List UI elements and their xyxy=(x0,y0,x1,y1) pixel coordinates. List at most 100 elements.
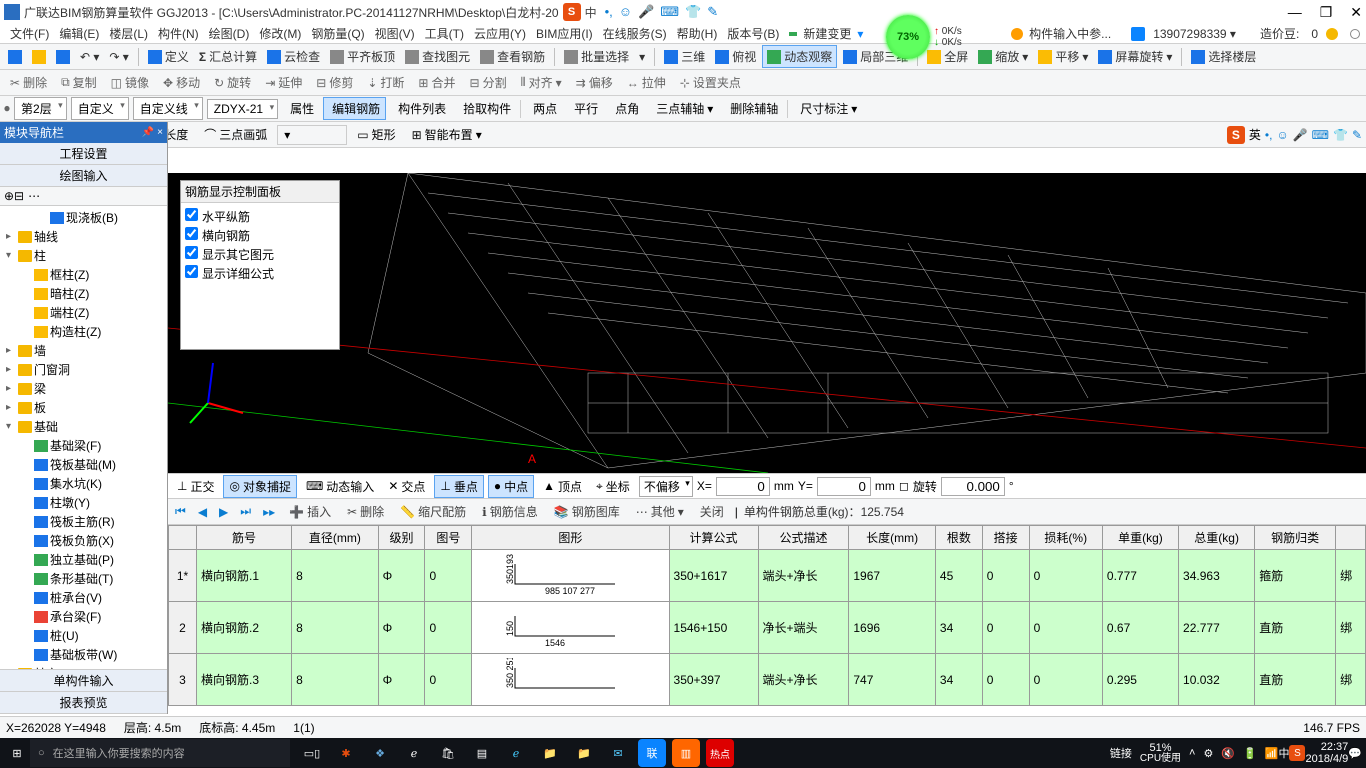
taskbar-app[interactable]: ✱ xyxy=(332,739,360,767)
offset-button[interactable]: ⇉ 偏移 xyxy=(570,72,619,93)
table-cell[interactable]: 0 xyxy=(1029,550,1102,602)
table-cell[interactable]: 净长+端头 xyxy=(758,602,849,654)
tab-project-settings[interactable]: 工程设置 xyxy=(0,143,167,165)
table-cell[interactable]: 0 xyxy=(425,654,472,706)
toggles-icon[interactable]: ⋯ xyxy=(28,189,40,203)
taskbar-app[interactable]: ✉ xyxy=(604,739,632,767)
twopoint-button[interactable]: 两点 xyxy=(525,98,562,119)
tree-leaf[interactable]: 独立基础(P) xyxy=(2,550,165,569)
trim-button[interactable]: ⊟ 修剪 xyxy=(310,72,359,93)
tree-leaf[interactable]: 桩(U) xyxy=(2,626,165,645)
menu-item[interactable]: 修改(M) xyxy=(255,23,305,44)
cpu-monitor[interactable]: 51% CPU使用 xyxy=(1140,743,1181,764)
table-cell[interactable]: 34 xyxy=(935,654,982,706)
column-header[interactable]: 总重(kg) xyxy=(1179,526,1255,550)
set-grip-button[interactable]: ⊹ 设置夹点 xyxy=(674,72,747,93)
threeaux-button[interactable]: 三点辅轴 ▾ xyxy=(648,98,718,119)
category-combo[interactable]: 自定义 xyxy=(71,97,129,120)
table-cell[interactable]: 1967 xyxy=(849,550,936,602)
table-cell[interactable]: Φ xyxy=(378,602,425,654)
viewport[interactable]: A xyxy=(168,173,1366,473)
offset-combo[interactable]: 不偏移 xyxy=(639,476,693,497)
redo-button[interactable]: ↷ ▾ xyxy=(105,48,132,66)
column-header[interactable] xyxy=(1336,526,1366,550)
copy-button[interactable]: ⧉ 复制 xyxy=(55,72,103,93)
mirror-button[interactable]: ◫ 镜像 xyxy=(105,72,155,93)
tree-leaf[interactable]: 筏板主筋(R) xyxy=(2,512,165,531)
tab-draw-input[interactable]: 绘图输入 xyxy=(0,165,167,187)
tree-leaf[interactable]: 基础梁(F) xyxy=(2,436,165,455)
extend-button[interactable]: ⇥ 延伸 xyxy=(259,72,308,93)
pin-icon[interactable]: 📌 × xyxy=(142,127,163,138)
tree-leaf[interactable]: 筏板负筋(X) xyxy=(2,531,165,550)
column-header[interactable]: 钢筋归类 xyxy=(1255,526,1336,550)
tab-single-input[interactable]: 单构件输入 xyxy=(0,670,167,692)
column-header[interactable]: 筋号 xyxy=(197,526,292,550)
tray-ime[interactable]: 中 xyxy=(1278,745,1289,761)
member-list-button[interactable]: 构件列表 xyxy=(390,98,451,119)
parallel-button[interactable]: 平行 xyxy=(566,98,603,119)
other-button[interactable]: ⋯ 其他 ▾ xyxy=(631,501,689,522)
menu-item[interactable]: 版本号(B) xyxy=(723,23,783,44)
table-cell[interactable]: 横向钢筋.3 xyxy=(197,654,292,706)
menu-item[interactable]: 楼层(L) xyxy=(105,23,152,44)
ime-emoji-icon[interactable]: ☺ xyxy=(619,4,632,20)
search-box[interactable]: ○ 在这里输入你要搜索的内容 xyxy=(30,739,290,767)
last-button[interactable]: ⏭ xyxy=(237,502,254,521)
rot-checkbox[interactable]: ◻ xyxy=(899,479,909,493)
taskbar-app[interactable]: 热点 xyxy=(706,739,734,767)
sum-button[interactable]: Σ 汇总计算 xyxy=(195,46,261,67)
menu-item[interactable]: 构件(N) xyxy=(154,23,203,44)
table-cell[interactable]: 端头+净长 xyxy=(758,654,849,706)
taskbar-app[interactable]: ▥ xyxy=(672,739,700,767)
ime-wear-icon[interactable]: 👕 xyxy=(1333,128,1348,142)
column-header[interactable]: 根数 xyxy=(935,526,982,550)
table-cell[interactable]: 22.777 xyxy=(1179,602,1255,654)
open-button[interactable] xyxy=(28,48,50,66)
close-table-button[interactable]: 关闭 xyxy=(695,501,729,522)
new-change-button[interactable]: 新建变更 ▾ xyxy=(785,21,867,46)
intersect-button[interactable]: ✕ 交点 xyxy=(383,476,430,497)
table-cell[interactable]: 0 xyxy=(1029,602,1102,654)
pan-button[interactable]: 平移 ▾ xyxy=(1034,46,1092,67)
ime-kbd-icon[interactable]: ⌨ xyxy=(660,4,679,20)
column-header[interactable]: 计算公式 xyxy=(669,526,758,550)
cloud-check-button[interactable]: 云检查 xyxy=(263,46,324,67)
stretch-button[interactable]: ↔ 拉伸 xyxy=(621,72,672,93)
start-button[interactable]: ⊞ xyxy=(4,740,30,766)
menu-item[interactable]: 绘图(D) xyxy=(205,23,254,44)
tree-leaf[interactable]: 承台梁(F) xyxy=(2,607,165,626)
next-button[interactable]: ▶ xyxy=(216,503,231,521)
network-monitor[interactable]: 73% ↑ 0K/s ↓ 0K/s xyxy=(886,24,996,50)
ime-tool2-icon[interactable]: ✎ xyxy=(707,4,718,20)
menu-item[interactable]: 云应用(Y) xyxy=(470,23,530,44)
table-cell[interactable]: 350193985 107 277 xyxy=(472,550,669,602)
ime-lang-label[interactable]: 英 xyxy=(1249,126,1261,143)
midpoint-button[interactable]: ● 中点 xyxy=(488,475,534,498)
column-header[interactable]: 图号 xyxy=(425,526,472,550)
tree-leaf[interactable]: 桩承台(V) xyxy=(2,588,165,607)
tab-report-preview[interactable]: 报表预览 xyxy=(0,692,167,714)
split-button[interactable]: ⊟ 分割 xyxy=(464,72,513,93)
menu-item[interactable]: 帮助(H) xyxy=(673,23,722,44)
tree-folder[interactable]: ▸轴线 xyxy=(2,227,165,246)
table-cell[interactable]: 45 xyxy=(935,550,982,602)
play-button[interactable]: ▸▸ xyxy=(260,503,278,521)
new-button[interactable] xyxy=(4,48,26,66)
ime-tool-icon[interactable]: •, xyxy=(1265,128,1273,142)
table-cell[interactable]: 0 xyxy=(425,602,472,654)
break-button[interactable]: ⇣ 打断 xyxy=(361,72,410,93)
menu-item[interactable]: 工具(T) xyxy=(421,23,468,44)
ime-mic-icon[interactable]: 🎤 xyxy=(1293,128,1308,142)
ime-badge-icon[interactable]: S xyxy=(563,3,581,21)
rebar-opt[interactable]: 水平纵筋 xyxy=(185,207,335,226)
find-element-button[interactable]: 查找图元 xyxy=(401,46,474,67)
table-cell[interactable]: 0 xyxy=(1029,654,1102,706)
insert-button[interactable]: ➕ 插入 xyxy=(284,501,336,522)
y-input[interactable] xyxy=(817,477,871,496)
select-floor-button[interactable]: 选择楼层 xyxy=(1187,46,1260,67)
smart-layout-button[interactable]: ⊞ 智能布置 ▾ xyxy=(406,124,488,145)
x-input[interactable] xyxy=(716,477,770,496)
table-cell[interactable]: 0 xyxy=(982,654,1029,706)
rebar-info-button[interactable]: ℹ 钢筋信息 xyxy=(477,501,543,522)
